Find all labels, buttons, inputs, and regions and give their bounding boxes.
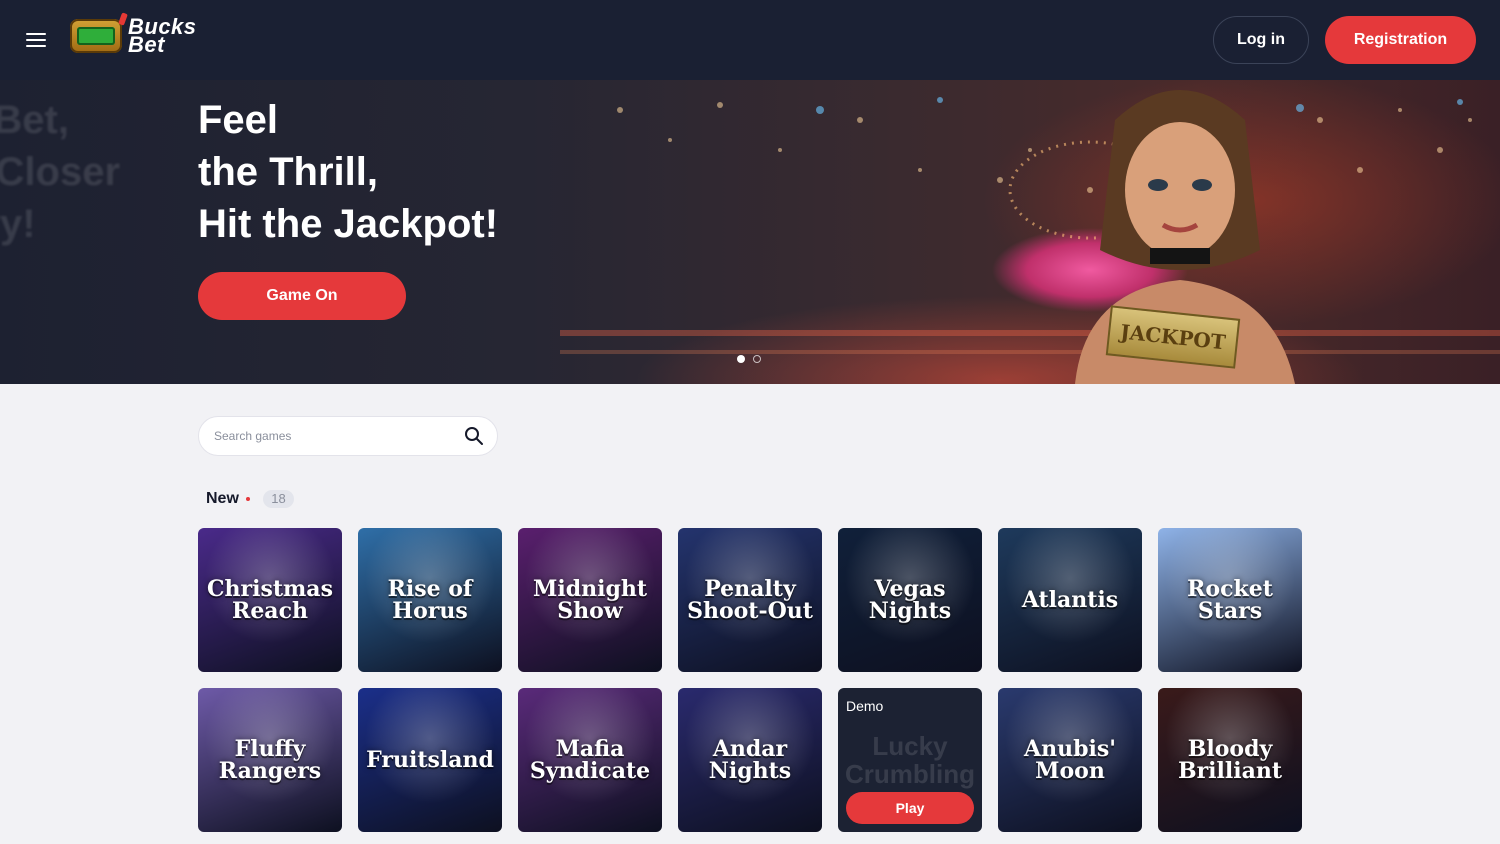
- game-tile[interactable]: Fruitsland: [358, 688, 502, 832]
- game-tile[interactable]: Rocket Stars: [1158, 528, 1302, 672]
- hero-title-line2: the Thrill,: [198, 150, 378, 194]
- menu-icon[interactable]: [26, 33, 46, 47]
- game-tile[interactable]: Anubis' Moon: [998, 688, 1142, 832]
- game-title: Andar Nights: [708, 736, 792, 784]
- game-title: Midnight Show: [533, 576, 647, 624]
- ghost-line2: p Closer: [0, 150, 121, 194]
- logo-text: Bucks Bet: [128, 16, 197, 56]
- game-title: Rise of Horus: [387, 576, 473, 624]
- games-grid: Christmas Reach Rise of Horus Midnight Sho…: [198, 528, 1302, 832]
- game-title: Fruitsland: [366, 747, 494, 773]
- demo-label: Demo: [846, 698, 884, 714]
- ghost-line3: ory!: [0, 202, 36, 246]
- ghost-line1: y Bet,: [0, 98, 69, 142]
- game-tile[interactable]: Demo Lucky Crumbling Play: [838, 688, 982, 832]
- section-count-badge: 18: [263, 490, 294, 508]
- game-tile[interactable]: Atlantis: [998, 528, 1142, 672]
- hero-banner: JACKPOT y Bet, p Closer ory! Feel the Th…: [0, 80, 1500, 384]
- play-button[interactable]: Play: [846, 792, 974, 824]
- login-button[interactable]: Log in: [1213, 16, 1309, 64]
- game-title: Lucky Crumbling: [845, 731, 975, 789]
- section-dot: [246, 497, 250, 501]
- hero-title-line1: Feel: [198, 98, 279, 142]
- hero-title-line3: Hit the Jackpot!: [198, 202, 499, 246]
- hero-background-art: [560, 97, 1500, 354]
- game-tile[interactable]: Mafia Syndicate: [518, 688, 662, 832]
- section-title: New: [206, 490, 239, 507]
- game-tile[interactable]: Penalty Shoot-Out: [678, 528, 822, 672]
- logo-icon: [70, 19, 122, 53]
- previous-slide-ghost: y Bet, p Closer ory!: [0, 94, 120, 250]
- game-tile[interactable]: Fluffy Rangers: [198, 688, 342, 832]
- game-title: Rocket Stars: [1187, 576, 1273, 624]
- search-icon[interactable]: [463, 425, 485, 447]
- game-title: Mafia Syndicate: [529, 736, 651, 784]
- game-tile[interactable]: Christmas Reach: [198, 528, 342, 672]
- game-tile[interactable]: Rise of Horus: [358, 528, 502, 672]
- game-title: Vegas Nights: [868, 576, 952, 624]
- search-box: [198, 416, 498, 456]
- registration-button[interactable]: Registration: [1325, 16, 1476, 64]
- game-title: Bloody Brilliant: [1177, 736, 1283, 784]
- hero-title: Feel the Thrill, Hit the Jackpot!: [198, 94, 498, 250]
- game-tile[interactable]: Midnight Show: [518, 528, 662, 672]
- game-title: Fluffy Rangers: [218, 736, 322, 784]
- top-header: Bucks Bet Log in Registration: [0, 0, 1500, 80]
- game-tile[interactable]: Bloody Brilliant: [1158, 688, 1302, 832]
- game-title: Penalty Shoot-Out: [687, 576, 813, 624]
- game-title: Anubis' Moon: [1024, 736, 1116, 784]
- game-title: Atlantis: [1021, 587, 1119, 613]
- logo[interactable]: Bucks Bet: [70, 16, 197, 56]
- carousel-dot-1[interactable]: [737, 355, 745, 363]
- game-title: Christmas Reach: [207, 576, 333, 624]
- game-tile[interactable]: Vegas Nights: [838, 528, 982, 672]
- search-input[interactable]: [214, 417, 454, 455]
- game-on-button[interactable]: Game On: [198, 272, 406, 320]
- game-tile[interactable]: Andar Nights: [678, 688, 822, 832]
- carousel-dot-2[interactable]: [753, 355, 761, 363]
- carousel-dots: [737, 355, 761, 363]
